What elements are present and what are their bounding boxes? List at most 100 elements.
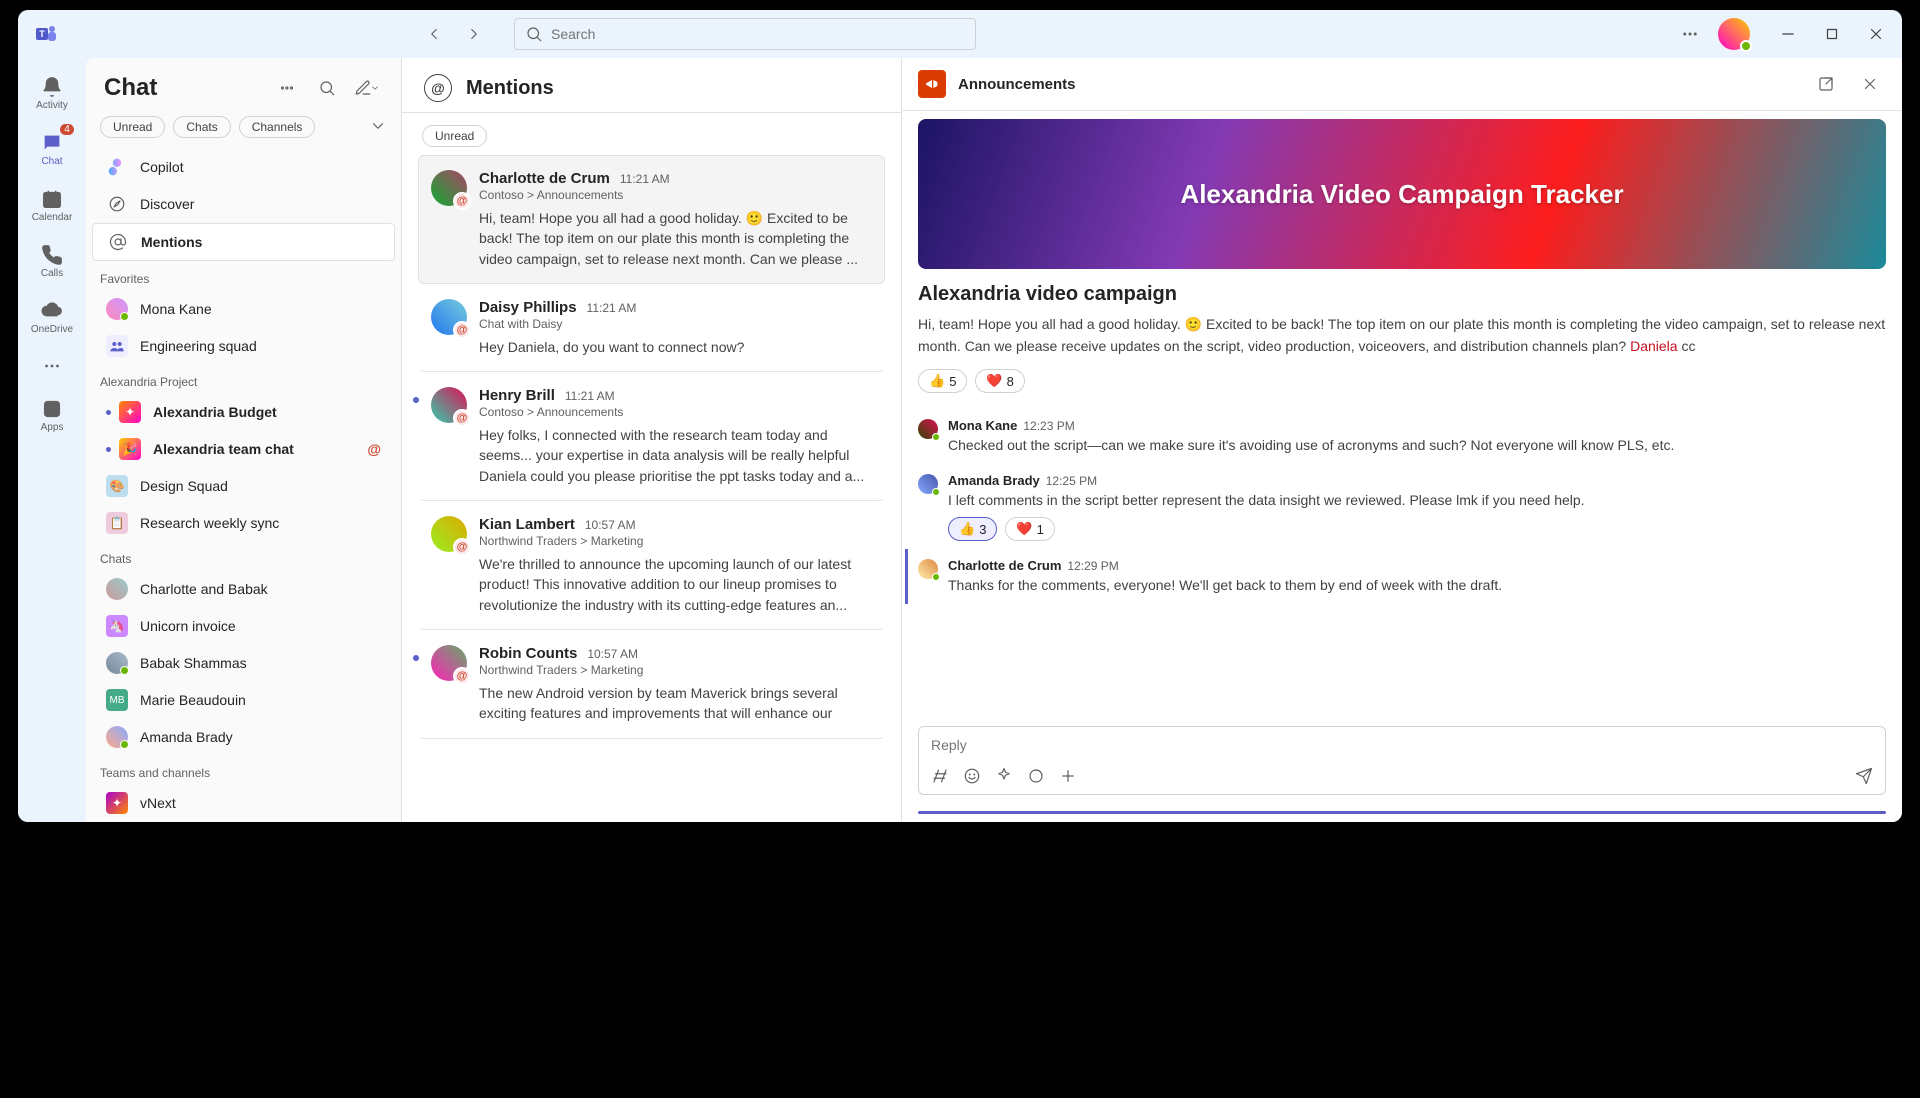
channel-icon: 🦄: [106, 615, 128, 637]
chat-list-filter-search[interactable]: [311, 72, 343, 104]
mention-from: Daisy Phillips: [479, 299, 577, 316]
avatar: [106, 726, 128, 748]
reaction-button[interactable]: 👍5: [918, 369, 967, 393]
reaction-button[interactable]: ❤️8: [975, 369, 1024, 393]
window-maximize[interactable]: [1814, 18, 1850, 50]
reply-author: Charlotte de Crum: [948, 558, 1061, 573]
rail-calendar[interactable]: Calendar: [22, 178, 82, 232]
global-search[interactable]: [514, 18, 976, 50]
channel-icon: 📋: [106, 512, 128, 534]
team-vnext[interactable]: ✦ vNext: [92, 785, 395, 821]
reaction-button[interactable]: 👍3: [948, 517, 997, 541]
avatar-initials: MB: [106, 689, 128, 711]
channel-icon: ✦: [106, 792, 128, 814]
chat-list-more[interactable]: [271, 72, 303, 104]
filter-channels[interactable]: Channels: [239, 116, 316, 138]
mention-snippet: Hey folks, I connected with the research…: [479, 425, 872, 486]
item-alexandria-team-chat[interactable]: 🎉 Alexandria team chat @: [92, 431, 395, 467]
rail-apps[interactable]: Apps: [22, 388, 82, 442]
reply-compose[interactable]: [918, 726, 1886, 795]
rail-chat[interactable]: 4 Chat: [22, 122, 82, 176]
rail-more[interactable]: [22, 346, 82, 386]
app-rail: Activity 4 Chat Calendar Calls OneDrive: [18, 58, 86, 822]
discover-icon: [106, 193, 128, 215]
reply: Charlotte de Crum12:29 PMThanks for the …: [905, 549, 1886, 604]
mention-card[interactable]: @Charlotte de Crum11:21 AMContoso > Anno…: [418, 155, 885, 284]
avatar: @: [431, 645, 467, 681]
mention-card[interactable]: @Daisy Phillips11:21 AMChat with DaisyHe…: [418, 284, 885, 372]
reply-author: Mona Kane: [948, 418, 1017, 433]
rail-onedrive[interactable]: OneDrive: [22, 290, 82, 344]
nav-back[interactable]: [418, 18, 450, 50]
filter-unread[interactable]: Unread: [100, 116, 165, 138]
window-close[interactable]: [1858, 18, 1894, 50]
chat-unicorn-invoice[interactable]: 🦄 Unicorn invoice: [92, 608, 395, 644]
rail-calls[interactable]: Calls: [22, 234, 82, 288]
section-teams: Teams and channels: [86, 756, 401, 784]
teams-logo: T: [34, 22, 58, 46]
nav-copilot[interactable]: Copilot: [92, 149, 395, 185]
mention-snippet: We're thrilled to announce the upcoming …: [479, 554, 872, 615]
compose-accent-bar: [918, 811, 1886, 814]
mentions-unread-pill[interactable]: Unread: [422, 125, 487, 147]
avatar: @: [431, 299, 467, 335]
post-title: Alexandria video campaign: [918, 283, 1886, 306]
thread-channel-name: Announcements: [958, 76, 1798, 93]
mention-time: 10:57 AM: [587, 647, 638, 661]
post-body: Hi, team! Hope you all had a good holida…: [918, 314, 1886, 357]
format-button[interactable]: [931, 767, 949, 788]
new-chat-button[interactable]: [351, 72, 383, 104]
reply-author: Amanda Brady: [948, 473, 1040, 488]
rail-activity[interactable]: Activity: [22, 66, 82, 120]
chat-babak-shammas[interactable]: Babak Shammas: [92, 645, 395, 681]
item-alexandria-budget[interactable]: ✦ Alexandria Budget: [92, 394, 395, 430]
filter-chevron[interactable]: [369, 117, 387, 138]
copilot-icon: [106, 156, 128, 178]
mention-indicator: @: [367, 441, 381, 457]
nav-discover[interactable]: Discover: [92, 186, 395, 222]
reply-input[interactable]: [931, 737, 1873, 753]
compose-more[interactable]: [1059, 767, 1077, 788]
avatar: [918, 474, 938, 494]
item-design-squad[interactable]: 🎨 Design Squad: [92, 468, 395, 504]
window-minimize[interactable]: [1770, 18, 1806, 50]
ai-rewrite-button[interactable]: [995, 767, 1013, 788]
mention-card[interactable]: @Henry Brill11:21 AMContoso > Announceme…: [418, 372, 885, 501]
avatar: @: [431, 170, 467, 206]
reaction-button[interactable]: ❤️1: [1005, 517, 1054, 541]
nav-forward[interactable]: [458, 18, 490, 50]
mentions-panel: @ Mentions Unread @Charlotte de Crum11:2…: [402, 58, 902, 822]
channel-icon: 🎉: [119, 438, 141, 460]
more-options[interactable]: [1674, 18, 1706, 50]
chat-list-title: Chat: [104, 74, 271, 102]
mention-link[interactable]: Daniela: [1630, 338, 1677, 354]
close-thread[interactable]: [1854, 68, 1886, 100]
chat-marie-beaudouin[interactable]: MB Marie Beaudouin: [92, 682, 395, 718]
avatar: [106, 652, 128, 674]
megaphone-icon: [918, 70, 946, 98]
mention-snippet: Hi, team! Hope you all had a good holida…: [479, 208, 872, 269]
nav-mentions[interactable]: Mentions: [92, 223, 395, 261]
reply-time: 12:23 PM: [1023, 419, 1074, 433]
mention-from: Henry Brill: [479, 387, 555, 404]
at-icon: [107, 231, 129, 253]
mention-time: 11:21 AM: [620, 172, 670, 186]
mention-location: Chat with Daisy: [479, 317, 872, 331]
mention-card[interactable]: @Robin Counts10:57 AMNorthwind Traders >…: [418, 630, 885, 739]
search-input[interactable]: [551, 26, 965, 42]
chat-charlotte-babak[interactable]: Charlotte and Babak: [92, 571, 395, 607]
chat-amanda-brady[interactable]: Amanda Brady: [92, 719, 395, 755]
item-research-weekly-sync[interactable]: 📋 Research weekly sync: [92, 505, 395, 541]
channel-icon: ✦: [119, 401, 141, 423]
send-button[interactable]: [1855, 767, 1873, 788]
me-avatar[interactable]: [1718, 18, 1750, 50]
search-icon: [525, 25, 543, 43]
open-in-window[interactable]: [1810, 68, 1842, 100]
filter-chats[interactable]: Chats: [173, 116, 230, 138]
mention-card[interactable]: @Kian Lambert10:57 AMNorthwind Traders >…: [418, 501, 885, 630]
favorite-engineering-squad[interactable]: Engineering squad: [92, 328, 395, 364]
emoji-button[interactable]: [963, 767, 981, 788]
favorite-mona-kane[interactable]: Mona Kane: [92, 291, 395, 327]
unread-dot: [413, 655, 419, 661]
loop-button[interactable]: [1027, 767, 1045, 788]
